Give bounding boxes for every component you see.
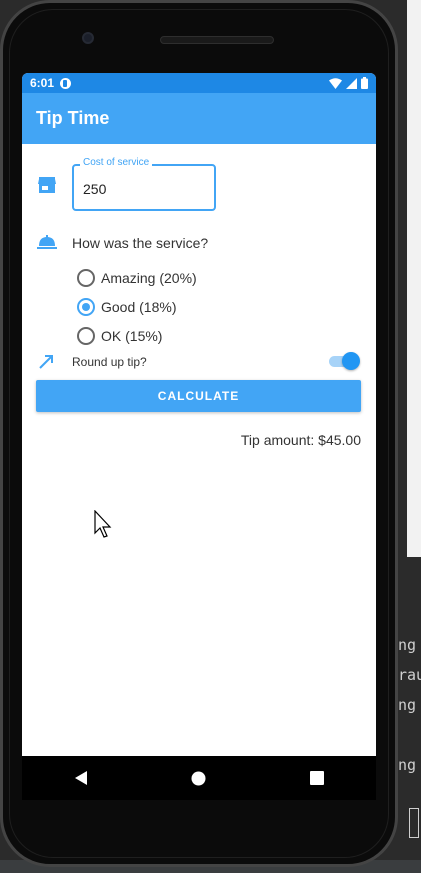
store-icon <box>38 177 56 193</box>
app-title: Tip Time <box>36 108 110 128</box>
ide-editor-panel <box>407 0 421 557</box>
status-time: 6:01 <box>30 76 55 90</box>
main-content: Cost of service How was the service? Ama… <box>22 144 376 756</box>
wifi-icon <box>329 77 342 89</box>
back-icon[interactable] <box>74 770 88 786</box>
ide-code-line: rau <box>398 666 421 684</box>
battery-icon <box>361 77 368 89</box>
phone-screen: 6:01 Tip Time Cost of service How was <box>22 73 376 756</box>
radio-label: Good (18%) <box>101 299 177 315</box>
round-up-label: Round up tip? <box>72 355 147 369</box>
notification-app-icon <box>60 77 72 89</box>
radio-button[interactable] <box>77 269 95 287</box>
ide-code-line: ng <box>398 756 417 774</box>
calculate-button[interactable]: CALCULATE <box>36 380 361 412</box>
ide-code-line: ng <box>398 636 417 654</box>
cost-of-service-label: Cost of service <box>80 157 153 168</box>
service-question: How was the service? <box>72 235 209 251</box>
recents-icon[interactable] <box>310 771 325 785</box>
status-bar: 6:01 <box>22 73 376 93</box>
mouse-cursor-icon <box>94 510 112 538</box>
radio-label: OK (15%) <box>101 328 163 344</box>
ide-scroll-marker <box>409 808 419 838</box>
round-up-switch[interactable] <box>329 352 360 370</box>
earpiece-speaker <box>160 36 274 44</box>
room-service-icon <box>37 235 57 249</box>
cost-of-service-input[interactable] <box>83 181 203 197</box>
tip-amount-result: Tip amount: $45.00 <box>240 432 361 448</box>
radio-amazing[interactable]: Amazing (20%) <box>77 269 197 287</box>
radio-ok[interactable]: OK (15%) <box>77 327 162 345</box>
ide-code-line: ng <box>398 696 417 714</box>
status-icons <box>329 77 368 89</box>
radio-good[interactable]: Good (18%) <box>77 298 176 316</box>
cost-of-service-field[interactable]: Cost of service <box>72 157 216 211</box>
home-icon[interactable] <box>191 771 206 786</box>
radio-button[interactable] <box>77 327 95 345</box>
signal-icon <box>346 77 357 89</box>
system-nav-bar <box>22 756 376 800</box>
front-camera <box>82 32 94 44</box>
switch-thumb <box>342 352 360 370</box>
radio-button[interactable] <box>77 298 95 316</box>
trending-up-icon <box>39 355 53 369</box>
radio-label: Amazing (20%) <box>101 270 197 286</box>
app-bar: Tip Time <box>22 93 376 144</box>
